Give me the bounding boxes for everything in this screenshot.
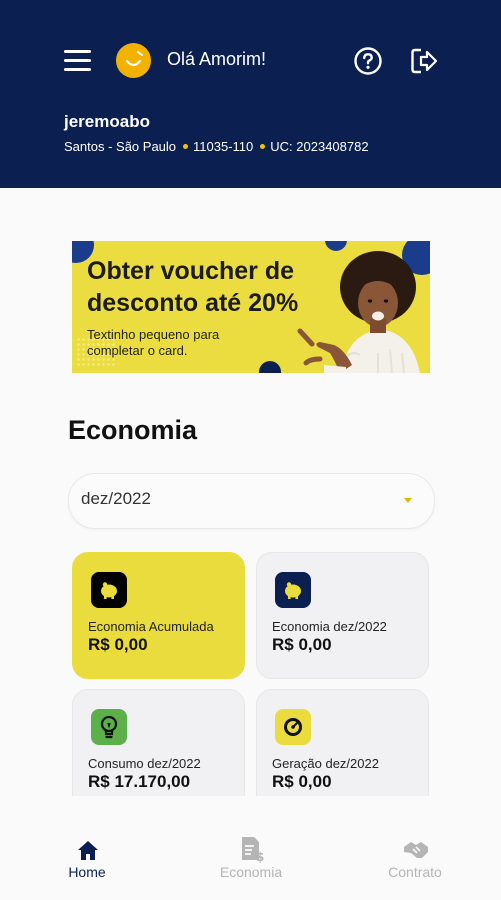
nav-label: Contrato xyxy=(388,864,442,880)
gauge-icon xyxy=(275,709,311,745)
card-label: Economia dez/2022 xyxy=(272,619,387,634)
nav-label: Economia xyxy=(219,864,283,880)
card-label: Economia Acumulada xyxy=(88,619,214,634)
card-economia-acumulada[interactable]: Economia Acumulada R$ 0,00 xyxy=(72,552,245,679)
voucher-banner[interactable]: Obter voucher de desconto até 20% Textin… xyxy=(72,241,430,373)
lightbulb-icon xyxy=(91,709,127,745)
nav-home[interactable]: Home xyxy=(27,814,147,900)
avatar[interactable] xyxy=(116,43,151,78)
period-select[interactable]: dez/2022 xyxy=(68,473,435,529)
greeting-text: Olá Amorim! xyxy=(167,49,267,69)
card-value: R$ 0,00 xyxy=(272,772,332,791)
logout-icon[interactable] xyxy=(409,46,439,76)
separator-dot xyxy=(260,144,266,150)
separator-dot xyxy=(183,144,189,150)
decor-circle xyxy=(259,361,281,373)
banner-subtitle: Textinho pequeno para completar o card. xyxy=(87,327,220,358)
card-label: Geração dez/2022 xyxy=(272,756,379,771)
app-header: Olá Amorim! jeremoabo Santos - São Paulo… xyxy=(0,0,501,188)
piggy-bank-icon xyxy=(91,572,127,608)
help-icon[interactable] xyxy=(353,46,383,76)
handshake-icon xyxy=(404,842,428,858)
scroll-fade xyxy=(0,796,501,814)
menu-icon[interactable] xyxy=(64,50,91,72)
uc-text: UC: 2023408782 xyxy=(270,139,369,154)
card-value: R$ 0,00 xyxy=(88,635,148,654)
bottom-navigation: Home $ Economia Contrato xyxy=(0,814,501,900)
document-money-icon: $ xyxy=(242,837,264,864)
card-economia-mes[interactable]: Economia dez/2022 R$ 0,00 xyxy=(256,552,429,679)
account-info: Santos - São Paulo 11035-110 UC: 202340878… xyxy=(64,139,369,154)
piggy-bank-icon xyxy=(275,572,311,608)
nav-economia[interactable]: $ Economia xyxy=(191,814,311,900)
caret-down-icon xyxy=(404,498,412,503)
cep-text: 11035-110 xyxy=(193,139,254,154)
home-icon xyxy=(78,841,98,860)
card-value: R$ 17.170,00 xyxy=(88,772,191,791)
period-value: dez/2022 xyxy=(81,489,151,508)
card-label: Consumo dez/2022 xyxy=(88,756,201,771)
location-text: Santos - São Paulo xyxy=(64,139,177,154)
nav-label: Home xyxy=(68,864,106,880)
card-value: R$ 0,00 xyxy=(272,635,332,654)
woman-pointing-image xyxy=(297,251,420,373)
username: jeremoabo xyxy=(64,112,150,131)
svg-text:$: $ xyxy=(256,850,264,864)
nav-contrato[interactable]: Contrato xyxy=(355,814,475,900)
section-title: Economia xyxy=(68,415,198,445)
